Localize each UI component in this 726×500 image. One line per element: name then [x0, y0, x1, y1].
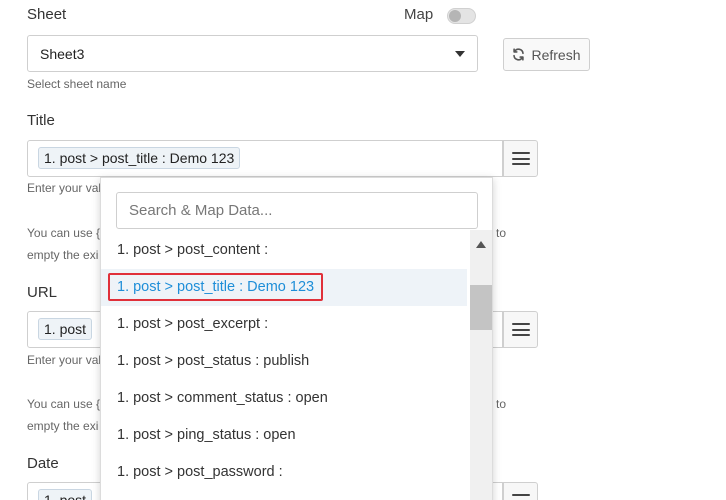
sheet-selected-value: Sheet3 — [40, 46, 85, 62]
url-tag: 1. post — [38, 318, 93, 340]
info-line-1: You can use { — [27, 226, 100, 240]
dropdown-item[interactable]: 1. post > post_excerpt : — [101, 306, 467, 343]
date-menu-button[interactable] — [503, 482, 538, 500]
info-line-2: empty the exi — [27, 248, 99, 262]
info2-line-1-end: to — [496, 397, 507, 411]
map-toggle[interactable] — [447, 8, 476, 24]
url-label: URL — [27, 284, 58, 301]
highlight-box: 1. post > post_title : Demo 123 — [108, 273, 324, 301]
title-menu-button[interactable] — [503, 140, 538, 177]
title-field[interactable]: 1. post > post_title : Demo 123 — [27, 140, 503, 177]
dropdown-item[interactable]: 1. post > post_content : — [101, 232, 467, 269]
sheet-select[interactable]: Sheet3 — [27, 35, 478, 72]
refresh-label: Refresh — [531, 46, 581, 63]
refresh-button[interactable]: Refresh — [503, 38, 590, 71]
title-hint: Enter your val — [27, 181, 102, 195]
title-tag: 1. post > post_title : Demo 123 — [38, 147, 241, 169]
scroll-thumb[interactable] — [470, 285, 492, 330]
sheet-hint: Select sheet name — [27, 77, 127, 91]
scroll-up-arrow-icon[interactable] — [476, 241, 486, 248]
dropdown-list: 1. post > post_content : 1. post > post_… — [101, 232, 467, 491]
map-label: Map — [404, 6, 434, 23]
dropdown-item[interactable]: 1. post > post_status : publish — [101, 343, 467, 380]
refresh-icon — [513, 48, 525, 61]
date-tag: 1. post — [38, 489, 93, 500]
info2-line-1: You can use { — [27, 397, 100, 411]
date-label: Date — [27, 455, 59, 472]
dropdown-scrollbar[interactable] — [470, 230, 492, 500]
map-data-dropdown: Search & Map Data... 1. post > post_cont… — [100, 177, 493, 500]
hamburger-icon — [511, 323, 530, 336]
info-line-1-end: to — [496, 226, 507, 240]
sheet-label: Sheet — [27, 6, 67, 23]
info2-line-2: empty the exi — [27, 419, 99, 433]
hamburger-icon — [511, 152, 530, 165]
page: Sheet Map Sheet3 Refresh Select sheet na… — [0, 0, 726, 500]
url-hint: Enter your val — [27, 353, 102, 367]
title-label: Title — [27, 112, 55, 129]
url-menu-button[interactable] — [503, 311, 538, 348]
caret-down-icon — [455, 51, 465, 57]
hamburger-icon — [511, 494, 530, 500]
dropdown-item[interactable]: 1. post > post_password : — [101, 454, 467, 491]
dropdown-search-input[interactable]: Search & Map Data... — [116, 192, 478, 229]
toggle-knob — [449, 10, 461, 22]
dropdown-item[interactable]: 1. post > ping_status : open — [101, 417, 467, 454]
dropdown-item-highlighted[interactable]: 1. post > post_title : Demo 123 — [101, 269, 467, 306]
dropdown-item[interactable]: 1. post > comment_status : open — [101, 380, 467, 417]
